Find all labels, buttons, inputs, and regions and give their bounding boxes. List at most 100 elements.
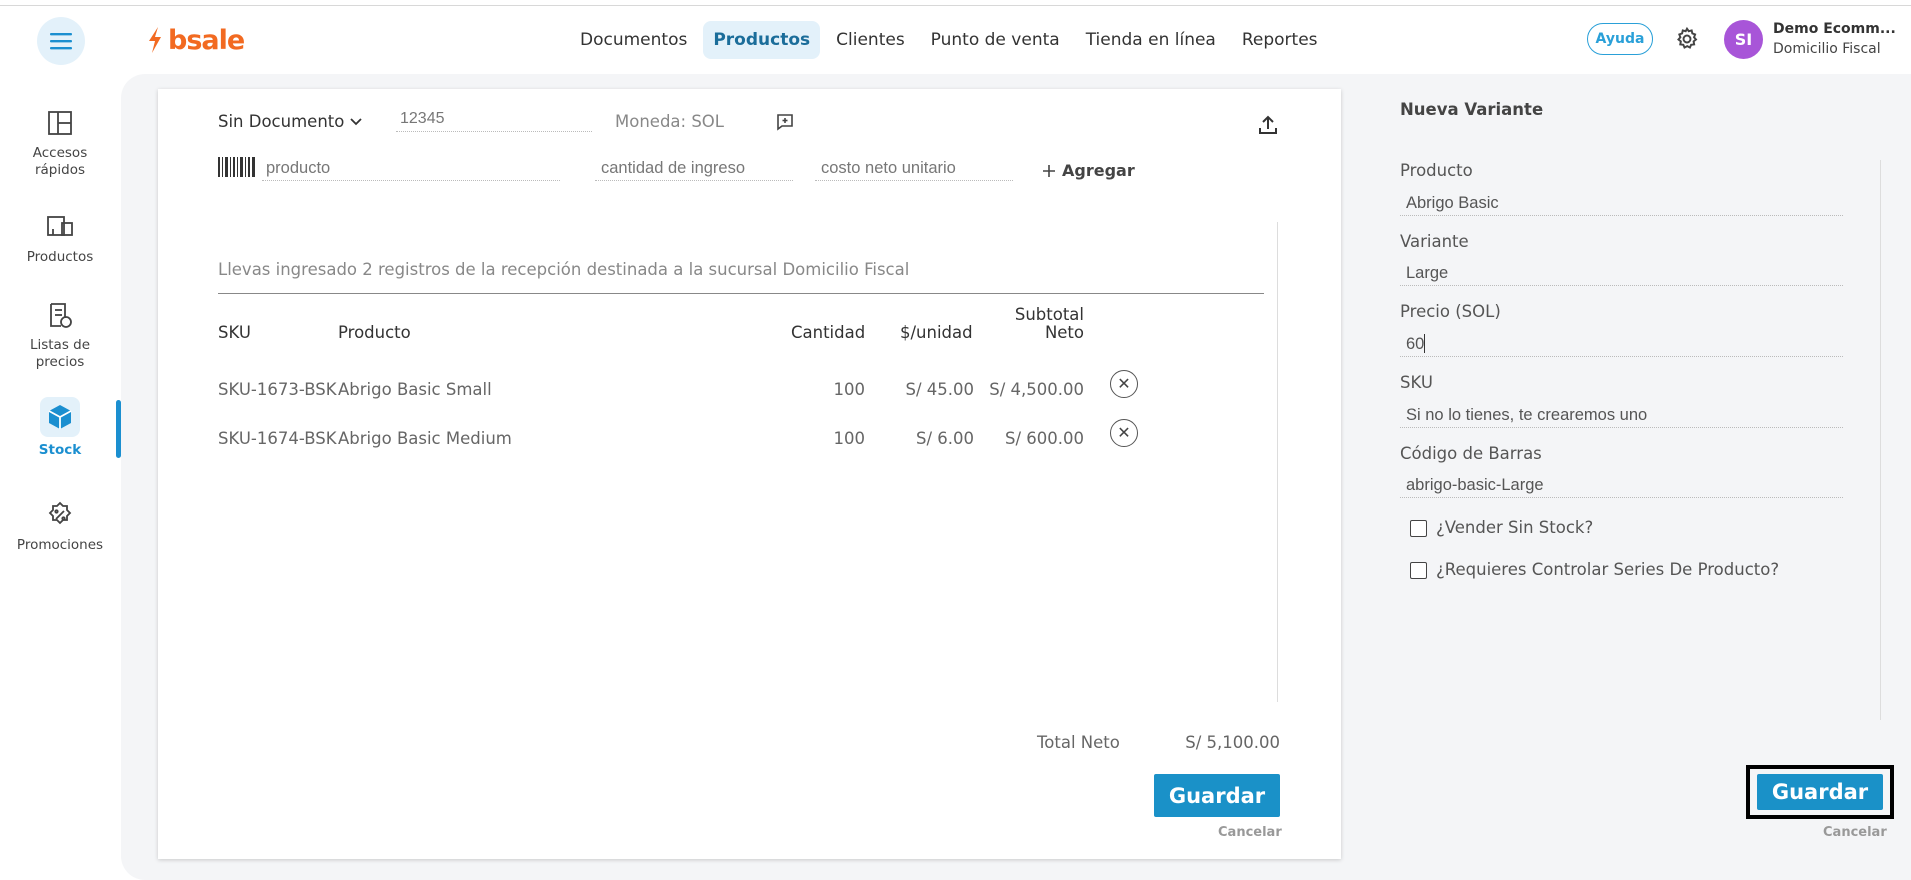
control-series-label: ¿Requieres Controlar Series De Producto? [1436, 560, 1780, 579]
remove-row-button[interactable]: ✕ [1110, 370, 1138, 398]
total-neto-value: S/ 5,100.00 [1185, 733, 1280, 752]
gear-icon[interactable] [1674, 26, 1700, 52]
field-underline [1400, 427, 1843, 428]
sell-without-stock-label: ¿Vender Sin Stock? [1436, 518, 1594, 537]
variant-sku-field[interactable]: Si no lo tienes, te crearemos uno [1406, 406, 1647, 425]
stock-box-icon [40, 397, 80, 437]
bsale-logo[interactable]: bsale [146, 22, 245, 58]
user-name[interactable]: Demo Ecomm... [1773, 21, 1896, 37]
nav-tienda-en-linea[interactable]: Tienda en línea [1076, 21, 1226, 59]
hamburger-icon [50, 33, 72, 50]
nav-clientes[interactable]: Clientes [826, 21, 915, 59]
barcode-icon[interactable] [217, 156, 257, 180]
user-branch: Domicilio Fiscal [1773, 41, 1881, 57]
document-type-select[interactable]: Sin Documento [218, 112, 362, 131]
variant-sku-label: SKU [1400, 373, 1433, 392]
unit-cost-input[interactable]: costo neto unitario [821, 159, 956, 178]
sidebar-item-accesos-rapidos[interactable]: Accesos rápidos [0, 106, 120, 179]
reception-save-button[interactable]: Guardar [1154, 774, 1280, 817]
column-header-sku: SKU [218, 323, 251, 342]
row-sku: SKU-1673-BSK [218, 380, 337, 399]
promotions-icon [43, 498, 77, 532]
sidebar-label: rápidos [34, 162, 85, 178]
logo-text: bsale [168, 24, 245, 56]
field-underline [1400, 356, 1843, 357]
variant-cancel-button[interactable]: Cancelar [1823, 825, 1887, 840]
table-scroll-divider [1277, 222, 1278, 702]
column-header-unit-price: $/unidad [900, 323, 973, 342]
sidebar-label: Promociones [16, 537, 104, 553]
hamburger-menu-button[interactable] [37, 17, 85, 65]
remove-row-button[interactable]: ✕ [1110, 419, 1138, 447]
variant-product-label: Producto [1400, 161, 1473, 180]
variant-name-label: Variante [1400, 232, 1469, 251]
reception-cancel-button[interactable]: Cancelar [1218, 825, 1282, 840]
document-type-value: Sin Documento [218, 112, 345, 131]
row-quantity: 100 [833, 429, 866, 448]
main-nav: Documentos Productos Clientes Punto de v… [570, 21, 1328, 59]
row-product: Abrigo Basic Medium [338, 429, 512, 448]
add-label: Agregar [1062, 161, 1135, 180]
variant-panel-divider [1880, 160, 1881, 720]
row-unit-price: S/ 45.00 [905, 380, 974, 399]
variant-save-button[interactable]: Guardar [1757, 774, 1883, 810]
field-underline [1400, 285, 1843, 286]
quantity-input[interactable]: cantidad de ingreso [601, 159, 745, 178]
close-icon: ✕ [1117, 376, 1131, 393]
plus-icon [1043, 164, 1055, 177]
sidebar-label: Accesos [32, 145, 88, 161]
column-header-subtotal-1: Subtotal [1014, 305, 1084, 324]
sidebar-item-promociones[interactable]: Promociones [0, 498, 120, 554]
quantity-input-underline [595, 180, 793, 181]
row-unit-price: S/ 6.00 [915, 429, 974, 448]
close-icon: ✕ [1117, 425, 1131, 442]
top-border [0, 5, 1911, 6]
row-subtotal: S/ 600.00 [1004, 429, 1084, 448]
nav-documentos[interactable]: Documentos [570, 21, 697, 59]
sidebar-item-listas-de-precios[interactable]: Listas de precios [0, 298, 120, 371]
upload-icon[interactable] [1257, 114, 1279, 136]
sidebar-label: Stock [38, 442, 82, 458]
sell-without-stock-checkbox[interactable] [1410, 520, 1427, 537]
price-list-icon [43, 298, 77, 332]
currency-label: Moneda: SOL [615, 112, 724, 131]
field-underline [1400, 215, 1843, 216]
variant-price-label: Precio (SOL) [1400, 302, 1501, 321]
document-number-input[interactable]: 12345 [400, 110, 445, 128]
row-subtotal: S/ 4,500.00 [989, 380, 1084, 399]
sidebar-label: precios [35, 354, 85, 370]
column-header-subtotal-2: Neto [1044, 323, 1084, 342]
nav-reportes[interactable]: Reportes [1232, 21, 1328, 59]
column-header-quantity: Cantidad [791, 323, 866, 342]
reception-info-text: Llevas ingresado 2 registros de la recep… [218, 260, 910, 279]
control-series-checkbox[interactable] [1410, 562, 1427, 579]
avatar[interactable]: SI [1724, 20, 1763, 59]
row-product: Abrigo Basic Small [338, 380, 492, 399]
field-underline [1400, 497, 1843, 498]
variant-product-field[interactable]: Abrigo Basic [1406, 194, 1499, 213]
help-button[interactable]: Ayuda [1587, 23, 1653, 55]
variant-barcode-field[interactable]: abrigo-basic-Large [1406, 476, 1544, 495]
row-quantity: 100 [833, 380, 866, 399]
document-number-underline [396, 131, 592, 132]
sidebar-label: Listas de [29, 337, 91, 353]
product-input-underline [262, 180, 560, 181]
nav-productos[interactable]: Productos [703, 21, 821, 59]
sidebar-label: Productos [26, 249, 94, 265]
comment-add-icon[interactable] [776, 113, 794, 131]
row-sku: SKU-1674-BSK [218, 429, 337, 448]
chevron-down-icon [350, 117, 362, 125]
total-neto-label: Total Neto [1037, 733, 1120, 752]
product-input[interactable]: producto [266, 159, 330, 178]
products-icon [43, 210, 77, 244]
bsale-logo-icon [149, 27, 161, 53]
sidebar-item-productos[interactable]: Productos [0, 210, 120, 266]
nav-punto-de-venta[interactable]: Punto de venta [921, 21, 1070, 59]
table-top-rule [218, 293, 1264, 294]
add-button[interactable]: Agregar [1043, 161, 1135, 180]
variant-price-field[interactable]: 60 [1406, 335, 1424, 354]
unit-cost-input-underline [815, 180, 1013, 181]
sidebar-item-stock[interactable]: Stock [0, 397, 120, 459]
variant-name-field[interactable]: Large [1406, 264, 1448, 283]
dashboard-icon [43, 106, 77, 140]
